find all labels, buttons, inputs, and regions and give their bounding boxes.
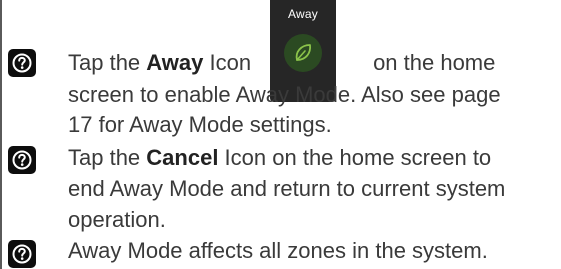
away-tile-label: Away [288,7,318,21]
away-keyword: Away [146,50,204,75]
help-circle-icon [8,49,36,77]
note-line: Away Mode affects all zones in the syste… [68,238,488,263]
note-line: screen to enable Away Mode. Also see pag… [68,82,501,107]
cancel-keyword: Cancel [146,145,219,170]
note-text-segment: Tap the [68,145,147,170]
note-line: Tap the Cancel Icon on the home screen t… [68,144,491,172]
note-text-segment: Icon [203,50,252,75]
note-line: operation. [68,207,166,232]
note-line: Tap the Away Icon on the home [68,49,495,77]
page-left-rule [0,0,2,269]
note-line: 17 for Away Mode settings. [68,112,332,137]
help-circle-icon [8,240,36,268]
note-text-segment: Tap the [68,50,147,75]
note-text-segment: on the home [373,50,496,75]
note-text-segment: Icon on the home screen to [218,145,492,170]
note-line: end Away Mode and return to current syst… [68,176,506,201]
help-circle-icon [8,146,36,174]
